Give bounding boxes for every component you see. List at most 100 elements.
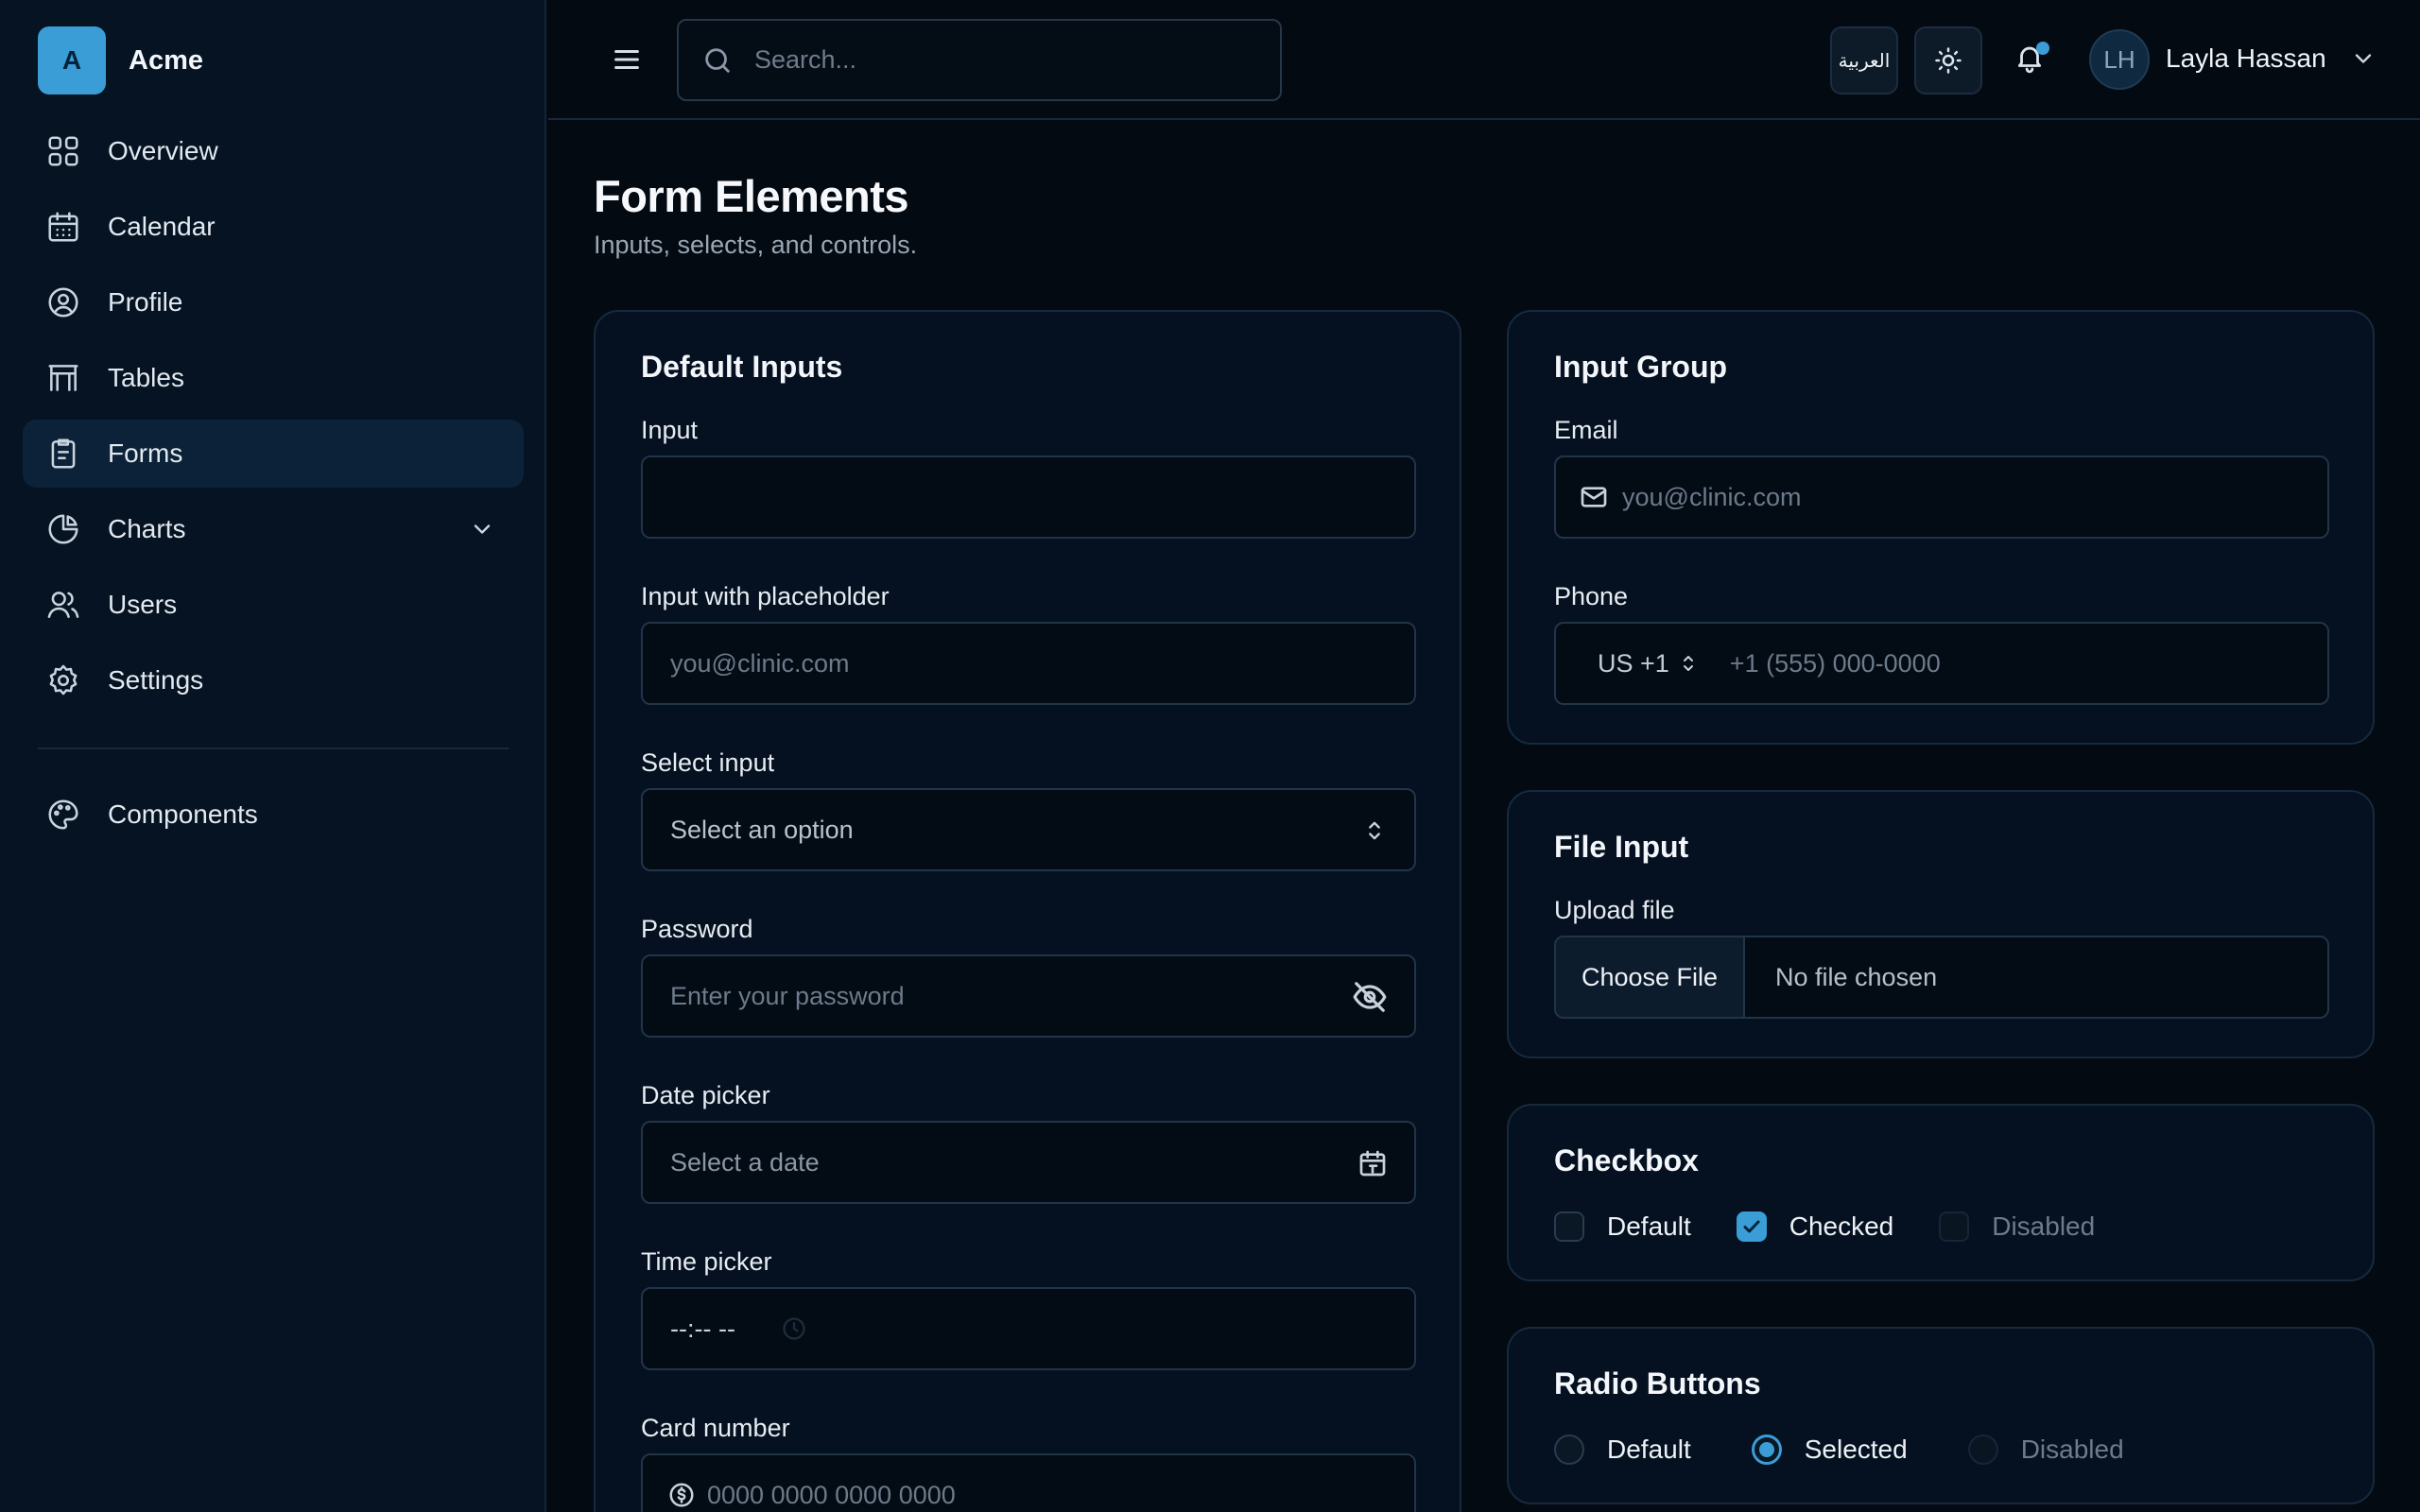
- date-picker-label: Date picker: [641, 1081, 770, 1109]
- card-number-placeholder: 0000 0000 0000 0000: [707, 1480, 956, 1509]
- sidebar-item-forms[interactable]: Forms: [23, 420, 524, 488]
- notification-dot: [2036, 42, 2049, 55]
- sidebar-item-label: Tables: [108, 363, 184, 392]
- sidebar-item-label: Profile: [108, 287, 183, 317]
- sun-icon: [1935, 47, 1962, 74]
- radio-default[interactable]: [1554, 1435, 1584, 1465]
- brand-logo: A: [38, 26, 106, 94]
- menu-toggle-button[interactable]: [611, 43, 643, 76]
- choose-file-button[interactable]: Choose File: [1556, 937, 1745, 1017]
- sidebar-item-charts[interactable]: Charts: [23, 495, 524, 563]
- sidebar-item-label: Charts: [108, 514, 186, 543]
- card-title: Input Group: [1554, 350, 1728, 384]
- radio-selected[interactable]: [1751, 1435, 1782, 1465]
- pie-chart-icon: [48, 514, 78, 544]
- search-box[interactable]: [677, 19, 1282, 101]
- time-picker-input[interactable]: --:-- --: [641, 1287, 1416, 1370]
- checkbox-disabled: [1939, 1211, 1970, 1242]
- checkbox-card: Checkbox Default Checked Disabled: [1507, 1104, 2375, 1281]
- sidebar-item-settings[interactable]: Settings: [23, 646, 524, 714]
- password-placeholder: Enter your password: [670, 981, 905, 1010]
- select-input[interactable]: Select an option: [641, 788, 1416, 871]
- user-name[interactable]: Layla Hassan: [2166, 43, 2326, 74]
- placeholder-input[interactable]: you@clinic.com: [641, 622, 1416, 705]
- calendar-icon: [48, 212, 78, 242]
- search-icon: [705, 47, 730, 73]
- mail-icon: [1581, 487, 1607, 507]
- sidebar-item-label: Calendar: [108, 212, 216, 241]
- sidebar-divider: [38, 747, 509, 749]
- hamburger-icon: [614, 49, 639, 70]
- chevron-down-icon[interactable]: [469, 516, 495, 542]
- sidebar-item-label: Settings: [108, 665, 204, 695]
- language-button[interactable]: العربية: [1830, 26, 1898, 94]
- date-placeholder: Select a date: [670, 1147, 820, 1177]
- sidebar-item-profile[interactable]: Profile: [23, 268, 524, 336]
- checkbox-checked[interactable]: [1736, 1211, 1767, 1242]
- date-picker-input[interactable]: Select a date: [641, 1121, 1416, 1204]
- brand[interactable]: A Acme: [38, 26, 203, 94]
- phone-placeholder: +1 (555) 000-0000: [1729, 648, 1941, 678]
- select-value: Select an option: [670, 815, 854, 844]
- file-input[interactable]: Choose File No file chosen: [1554, 936, 2329, 1019]
- calendar-icon[interactable]: [1357, 1148, 1388, 1178]
- checkbox-label: Checked: [1789, 1211, 1894, 1241]
- sidebar-item-label: Overview: [108, 136, 218, 165]
- notifications-button[interactable]: [2014, 42, 2051, 79]
- card-number-label: Card number: [641, 1414, 790, 1442]
- sidebar-nav: Overview Calendar Profile Tables Forms C…: [23, 117, 524, 722]
- sidebar-item-components[interactable]: Components: [23, 781, 524, 849]
- email-placeholder: you@clinic.com: [1622, 482, 1802, 511]
- default-inputs-card: Default Inputs Input Input with placehol…: [594, 310, 1461, 1512]
- phone-field[interactable]: US +1 +1 (555) 000-0000: [1554, 622, 2329, 705]
- password-input[interactable]: Enter your password: [641, 954, 1416, 1038]
- checkbox-default[interactable]: [1554, 1211, 1584, 1242]
- search-input[interactable]: [754, 45, 1246, 75]
- time-picker-label: Time picker: [641, 1247, 772, 1276]
- chevron-up-down-icon: [1369, 821, 1380, 840]
- sidebar-item-overview[interactable]: Overview: [23, 117, 524, 185]
- card-title: Checkbox: [1554, 1143, 1699, 1177]
- email-field[interactable]: you@clinic.com: [1554, 455, 2329, 539]
- checkbox-label: Disabled: [1992, 1211, 2096, 1241]
- text-input[interactable]: [641, 455, 1416, 539]
- radio-card: Radio Buttons Default Selected Disabled: [1507, 1327, 2375, 1504]
- card-title: Default Inputs: [641, 350, 843, 384]
- card-number-input[interactable]: 0000 0000 0000 0000: [641, 1453, 1416, 1512]
- sidebar: A Acme Overview Calendar Profile Tables …: [0, 0, 546, 1512]
- clock-icon[interactable]: [781, 1315, 807, 1342]
- page-subtitle: Inputs, selects, and controls.: [594, 231, 918, 259]
- radio-label: Default: [1607, 1435, 1691, 1464]
- country-code-select[interactable]: US +1: [1598, 649, 1669, 679]
- brand-name: Acme: [129, 44, 203, 76]
- sidebar-secondary-nav: Components: [23, 781, 524, 856]
- check-icon: [1743, 1220, 1760, 1233]
- page-title: Form Elements: [594, 171, 909, 221]
- users-icon: [47, 592, 79, 618]
- input-label: Input: [641, 416, 699, 444]
- upload-label: Upload file: [1554, 896, 1675, 924]
- theme-toggle-button[interactable]: [1914, 26, 1982, 94]
- dollar-circle-icon: [669, 1483, 694, 1507]
- grid-icon: [48, 136, 78, 166]
- user-circle-icon: [48, 287, 78, 318]
- sidebar-item-label: Users: [108, 590, 178, 619]
- eye-off-icon[interactable]: [1352, 979, 1388, 1015]
- gear-icon: [49, 664, 78, 696]
- radio-label: Selected: [1804, 1435, 1908, 1464]
- placeholder-text: you@clinic.com: [670, 648, 850, 678]
- chevron-down-icon[interactable]: [2350, 45, 2378, 74]
- radio-group: Default Selected Disabled: [1554, 1435, 2169, 1465]
- file-input-card: File Input Upload file Choose File No fi…: [1507, 790, 2375, 1058]
- chevron-up-down-icon: [1683, 656, 1693, 671]
- input-group-card: Input Group Email you@clinic.com Phone U…: [1507, 310, 2375, 745]
- topbar: العربية LH Layla Hassan: [548, 0, 2420, 120]
- phone-label: Phone: [1554, 582, 1629, 610]
- sidebar-item-users[interactable]: Users: [23, 571, 524, 639]
- card-title: File Input: [1554, 830, 1689, 864]
- clipboard-icon: [51, 438, 76, 469]
- sidebar-item-calendar[interactable]: Calendar: [23, 193, 524, 261]
- avatar[interactable]: LH: [2089, 29, 2150, 90]
- email-label: Email: [1554, 416, 1618, 444]
- sidebar-item-tables[interactable]: Tables: [23, 344, 524, 412]
